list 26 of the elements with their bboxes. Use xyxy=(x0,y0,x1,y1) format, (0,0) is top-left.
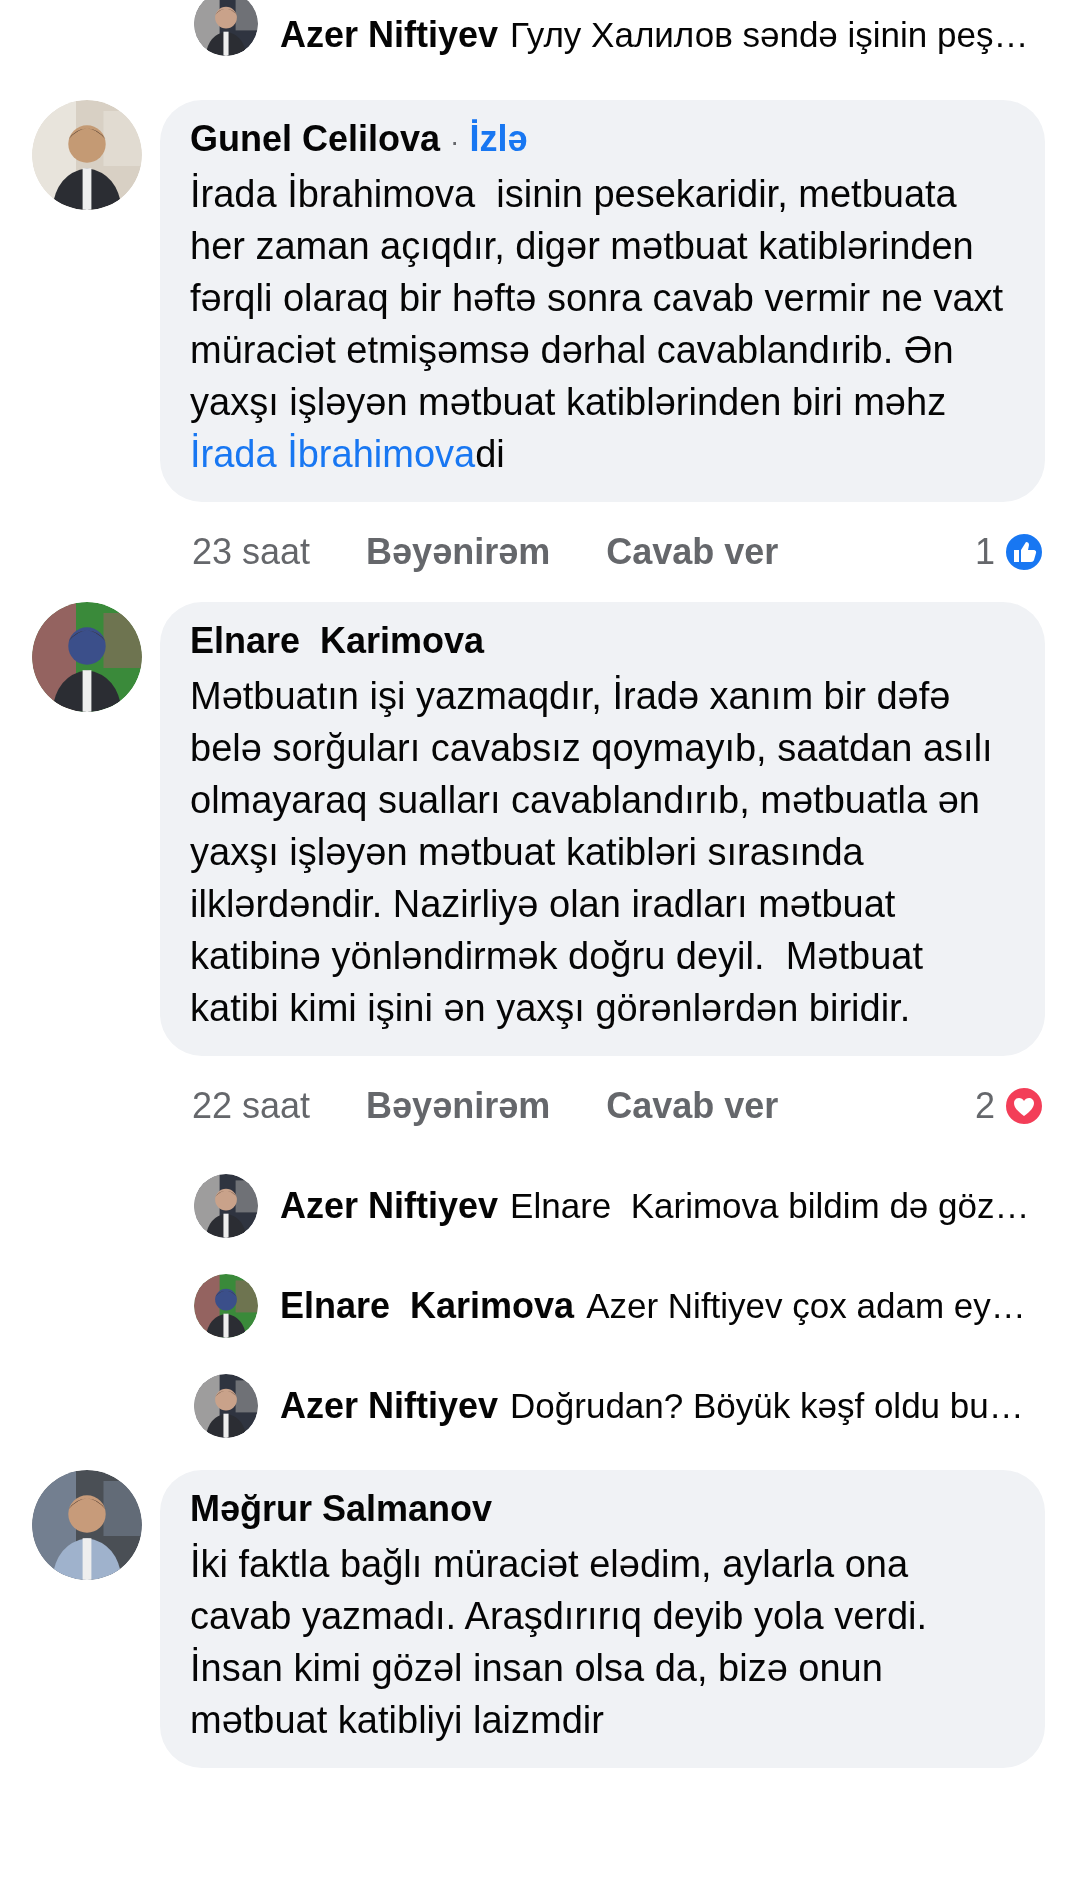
reply-link[interactable]: Cavab ver xyxy=(606,1085,779,1127)
reply-author[interactable]: Azer Niftiyev xyxy=(280,1385,499,1427)
comment-author[interactable]: Gunel Celilova xyxy=(190,118,441,160)
timestamp: 23 saat xyxy=(192,531,311,573)
reply-text: Elnare Karimova bildim də göz… xyxy=(510,1186,1030,1226)
reply-author[interactable]: Azer Niftiyev xyxy=(280,1185,499,1227)
separator-dot: · xyxy=(450,126,460,158)
reply-text: Doğrudan? Böyük kəşf oldu bu… xyxy=(510,1386,1024,1426)
comment-text: Mətbuatın işi yazmaqdır, İradə xanım bir dəfə belə sorğuları cavabsız qoymayıb, saatdan asılı olmayaraq sualları cavablandırıb, mətbuatla ən yaxşı işləyən mətbuat katibləri sırasında ilklərdəndir. Nazirliyə olan iradları mətbuat katibinə yönləndirmək doğru deyil. Mətbuat katibi kimi işini ən yaxşı görənlərdən biridir. xyxy=(190,674,994,1031)
reply-text: Azer Niftiyev çox adam ey… xyxy=(586,1286,1026,1326)
comment-author[interactable]: Məğrur Salmanov xyxy=(190,1488,493,1530)
reaction-count: 2 xyxy=(974,1085,995,1127)
thumbs-up-icon xyxy=(1003,531,1045,573)
like-link[interactable]: Bəyənirəm xyxy=(366,1085,551,1127)
comment-author[interactable]: Elnare Karimova xyxy=(190,620,485,662)
reaction-count: 1 xyxy=(974,531,995,573)
reply-link[interactable]: Cavab ver xyxy=(606,531,779,573)
timestamp: 22 saat xyxy=(192,1085,311,1127)
reply-author[interactable]: Azer Niftiyev xyxy=(280,14,499,56)
follow-link[interactable]: İzlə xyxy=(469,118,528,160)
comment-text: İki faktla bağlı müraciət elədim, aylarla ona cavab yazmadı. Araşdırırıq deyib yola verdi. İnsan kimi gözəl insan olsa da, bizə onun mətbuat katibliyi laizmdir xyxy=(190,1542,929,1743)
comment-text: İrada İbrahimova isinin pesekaridir, metbuata her zaman açıqdır, digər mətbuat katiblərinden fərqli olaraq bir həftə sonra cavab vermir ne vaxt müraciət etmişəmsə dərhal cavablandırib. Ən yaxşı işləyən mətbuat katiblərinden biri məhz İrada İbrahimovadi xyxy=(190,172,1005,477)
reply-text: Гулу Халилов səndə işinin peş… xyxy=(510,15,1029,55)
like-link[interactable]: Bəyənirəm xyxy=(366,531,551,573)
mention-link[interactable]: İrada İbrahimova xyxy=(190,433,476,475)
reply-author[interactable]: Elnare Karimova xyxy=(280,1285,575,1327)
